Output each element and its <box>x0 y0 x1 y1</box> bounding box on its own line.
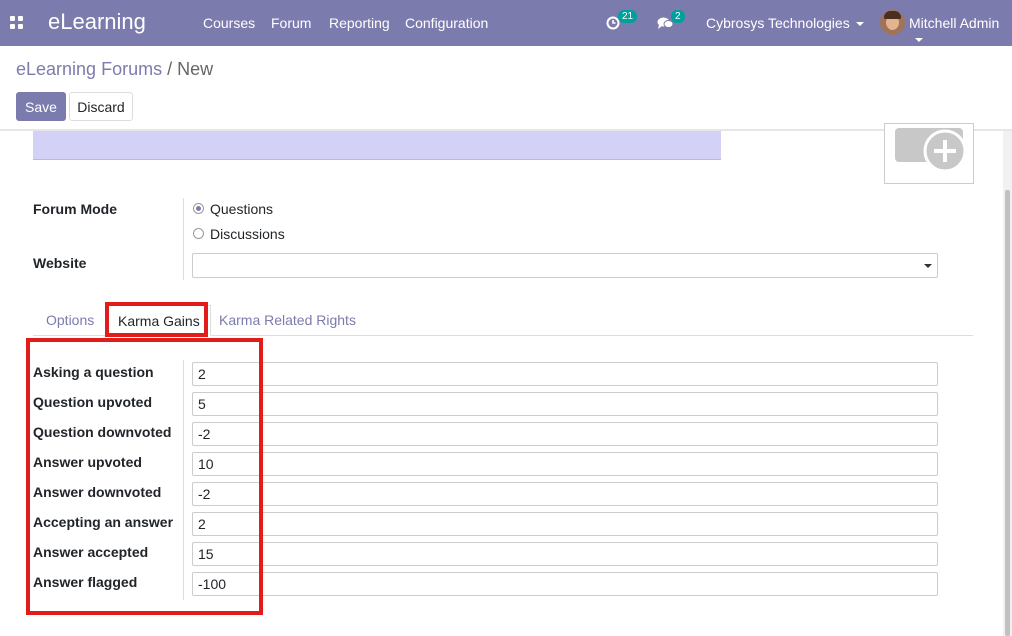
karma-input-asking-question[interactable] <box>192 362 938 386</box>
save-button[interactable]: Save <box>16 92 66 121</box>
activity-systray[interactable]: 21 <box>606 10 640 34</box>
menu-configuration[interactable]: Configuration <box>405 15 488 31</box>
karma-input-answer-upvoted[interactable] <box>192 452 938 476</box>
karma-input-question-upvoted[interactable] <box>192 392 938 416</box>
highlight-box-labels <box>26 338 263 615</box>
forum-name-input[interactable] <box>33 131 721 160</box>
menu-reporting[interactable]: Reporting <box>329 15 390 31</box>
breadcrumb-separator: / <box>167 59 173 79</box>
activity-count-badge: 21 <box>618 10 638 23</box>
messaging-systray[interactable]: 2 <box>657 10 687 34</box>
avatar[interactable] <box>880 10 905 35</box>
forum-mode-discussions-radio[interactable] <box>193 228 204 239</box>
menu-courses[interactable]: Courses <box>203 15 255 31</box>
message-count-badge: 2 <box>671 10 685 23</box>
discard-button[interactable]: Discard <box>69 92 133 121</box>
forum-image-upload[interactable] <box>884 123 974 184</box>
karma-input-accepting-answer[interactable] <box>192 512 938 536</box>
company-name: Cybrosys Technologies <box>706 15 850 31</box>
user-menu[interactable]: Mitchell Admin <box>909 15 1012 47</box>
apps-menu-icon[interactable] <box>10 16 23 29</box>
website-label: Website <box>33 255 87 271</box>
forum-mode-questions-radio[interactable] <box>193 203 204 214</box>
tab-options[interactable]: Options <box>46 305 94 336</box>
breadcrumb-current: New <box>177 59 214 79</box>
website-select[interactable] <box>192 253 938 278</box>
breadcrumb-parent-link[interactable]: eLearning Forums <box>16 59 162 79</box>
menu-forum[interactable]: Forum <box>271 15 311 31</box>
forum-mode-questions-label[interactable]: Questions <box>210 201 273 217</box>
breadcrumb: eLearning Forums / New <box>16 59 213 80</box>
karma-input-question-downvoted[interactable] <box>192 422 938 446</box>
top-navbar: eLearning Courses Forum Reporting Config… <box>0 0 1012 46</box>
company-switcher[interactable]: Cybrosys Technologies <box>706 15 864 31</box>
tab-karma-related-rights[interactable]: Karma Related Rights <box>219 305 356 336</box>
chevron-down-icon <box>924 264 932 268</box>
karma-input-answer-flagged[interactable] <box>192 572 938 596</box>
chevron-down-icon <box>855 22 864 27</box>
app-name[interactable]: eLearning <box>48 9 146 35</box>
field-separator <box>183 198 184 280</box>
scrollbar-thumb[interactable] <box>1005 190 1010 636</box>
add-image-icon <box>895 128 967 173</box>
highlight-box-tab <box>105 302 208 337</box>
chevron-down-icon <box>915 38 923 43</box>
forum-mode-label: Forum Mode <box>33 201 117 217</box>
karma-input-answer-downvoted[interactable] <box>192 482 938 506</box>
karma-input-answer-accepted[interactable] <box>192 542 938 566</box>
forum-mode-discussions-label[interactable]: Discussions <box>210 226 285 242</box>
user-name: Mitchell Admin <box>909 15 1000 31</box>
